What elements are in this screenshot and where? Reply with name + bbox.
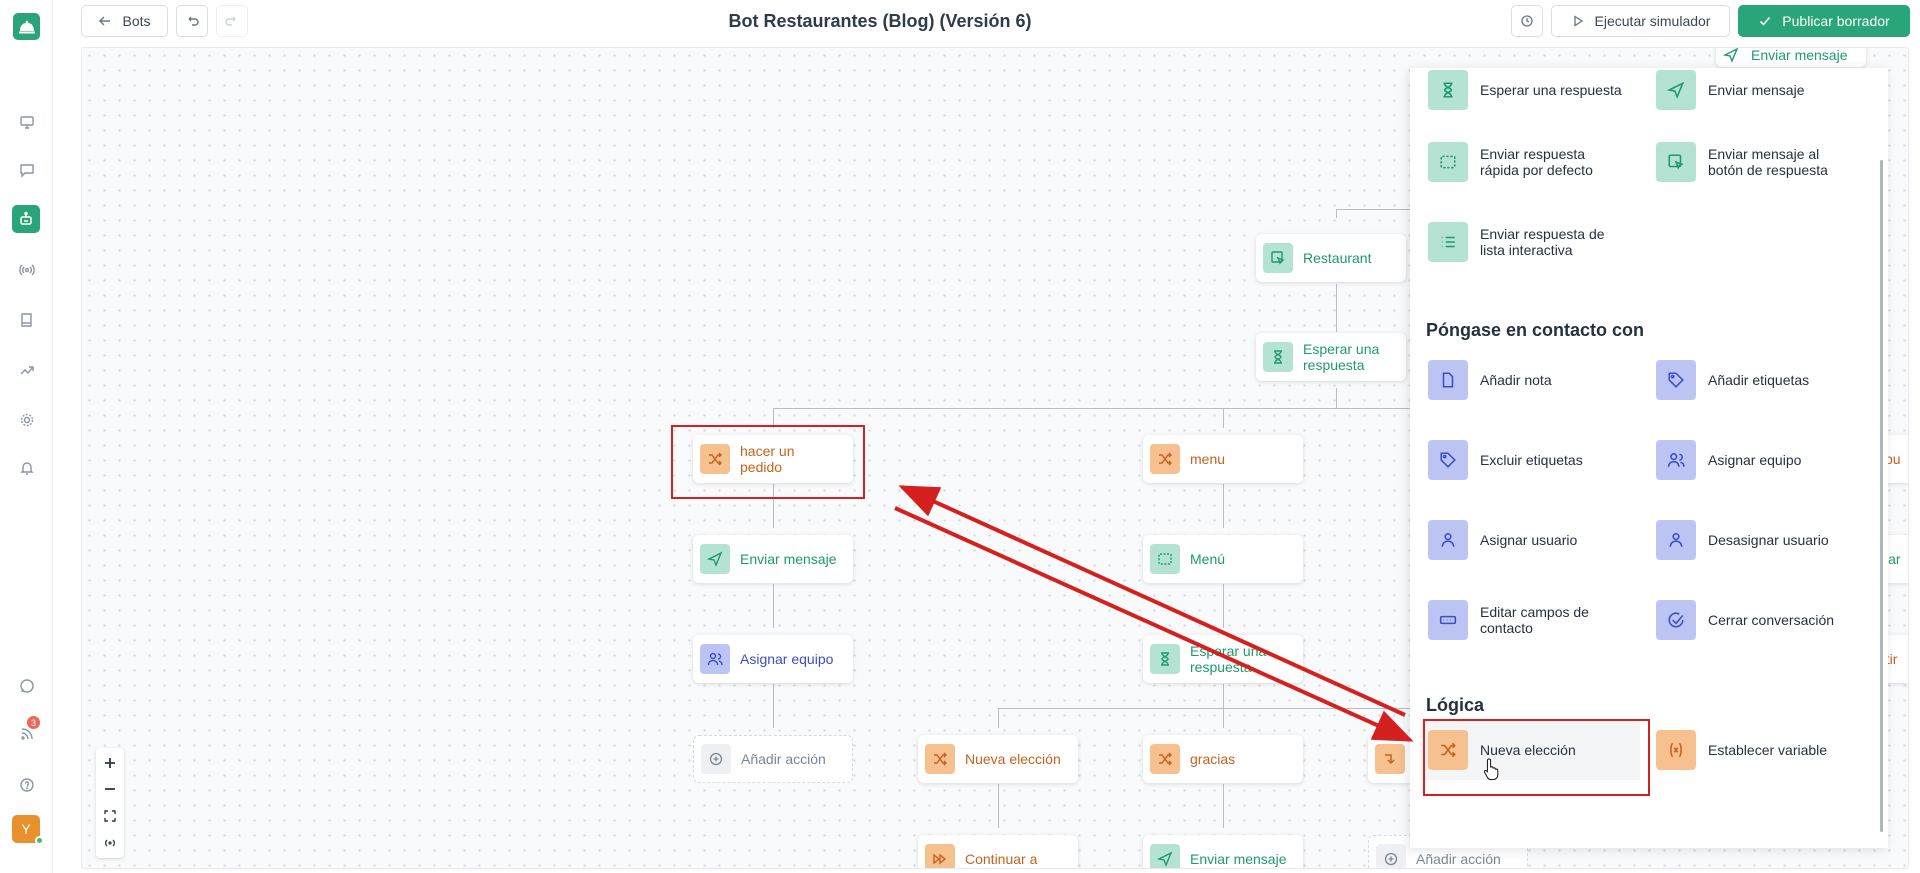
arrow-to-nueva-eleccion <box>894 506 1414 742</box>
arrow-to-hacer-pedido <box>898 485 1406 717</box>
hand-cursor-icon <box>1483 758 1499 781</box>
annotation-arrows <box>894 485 1414 742</box>
